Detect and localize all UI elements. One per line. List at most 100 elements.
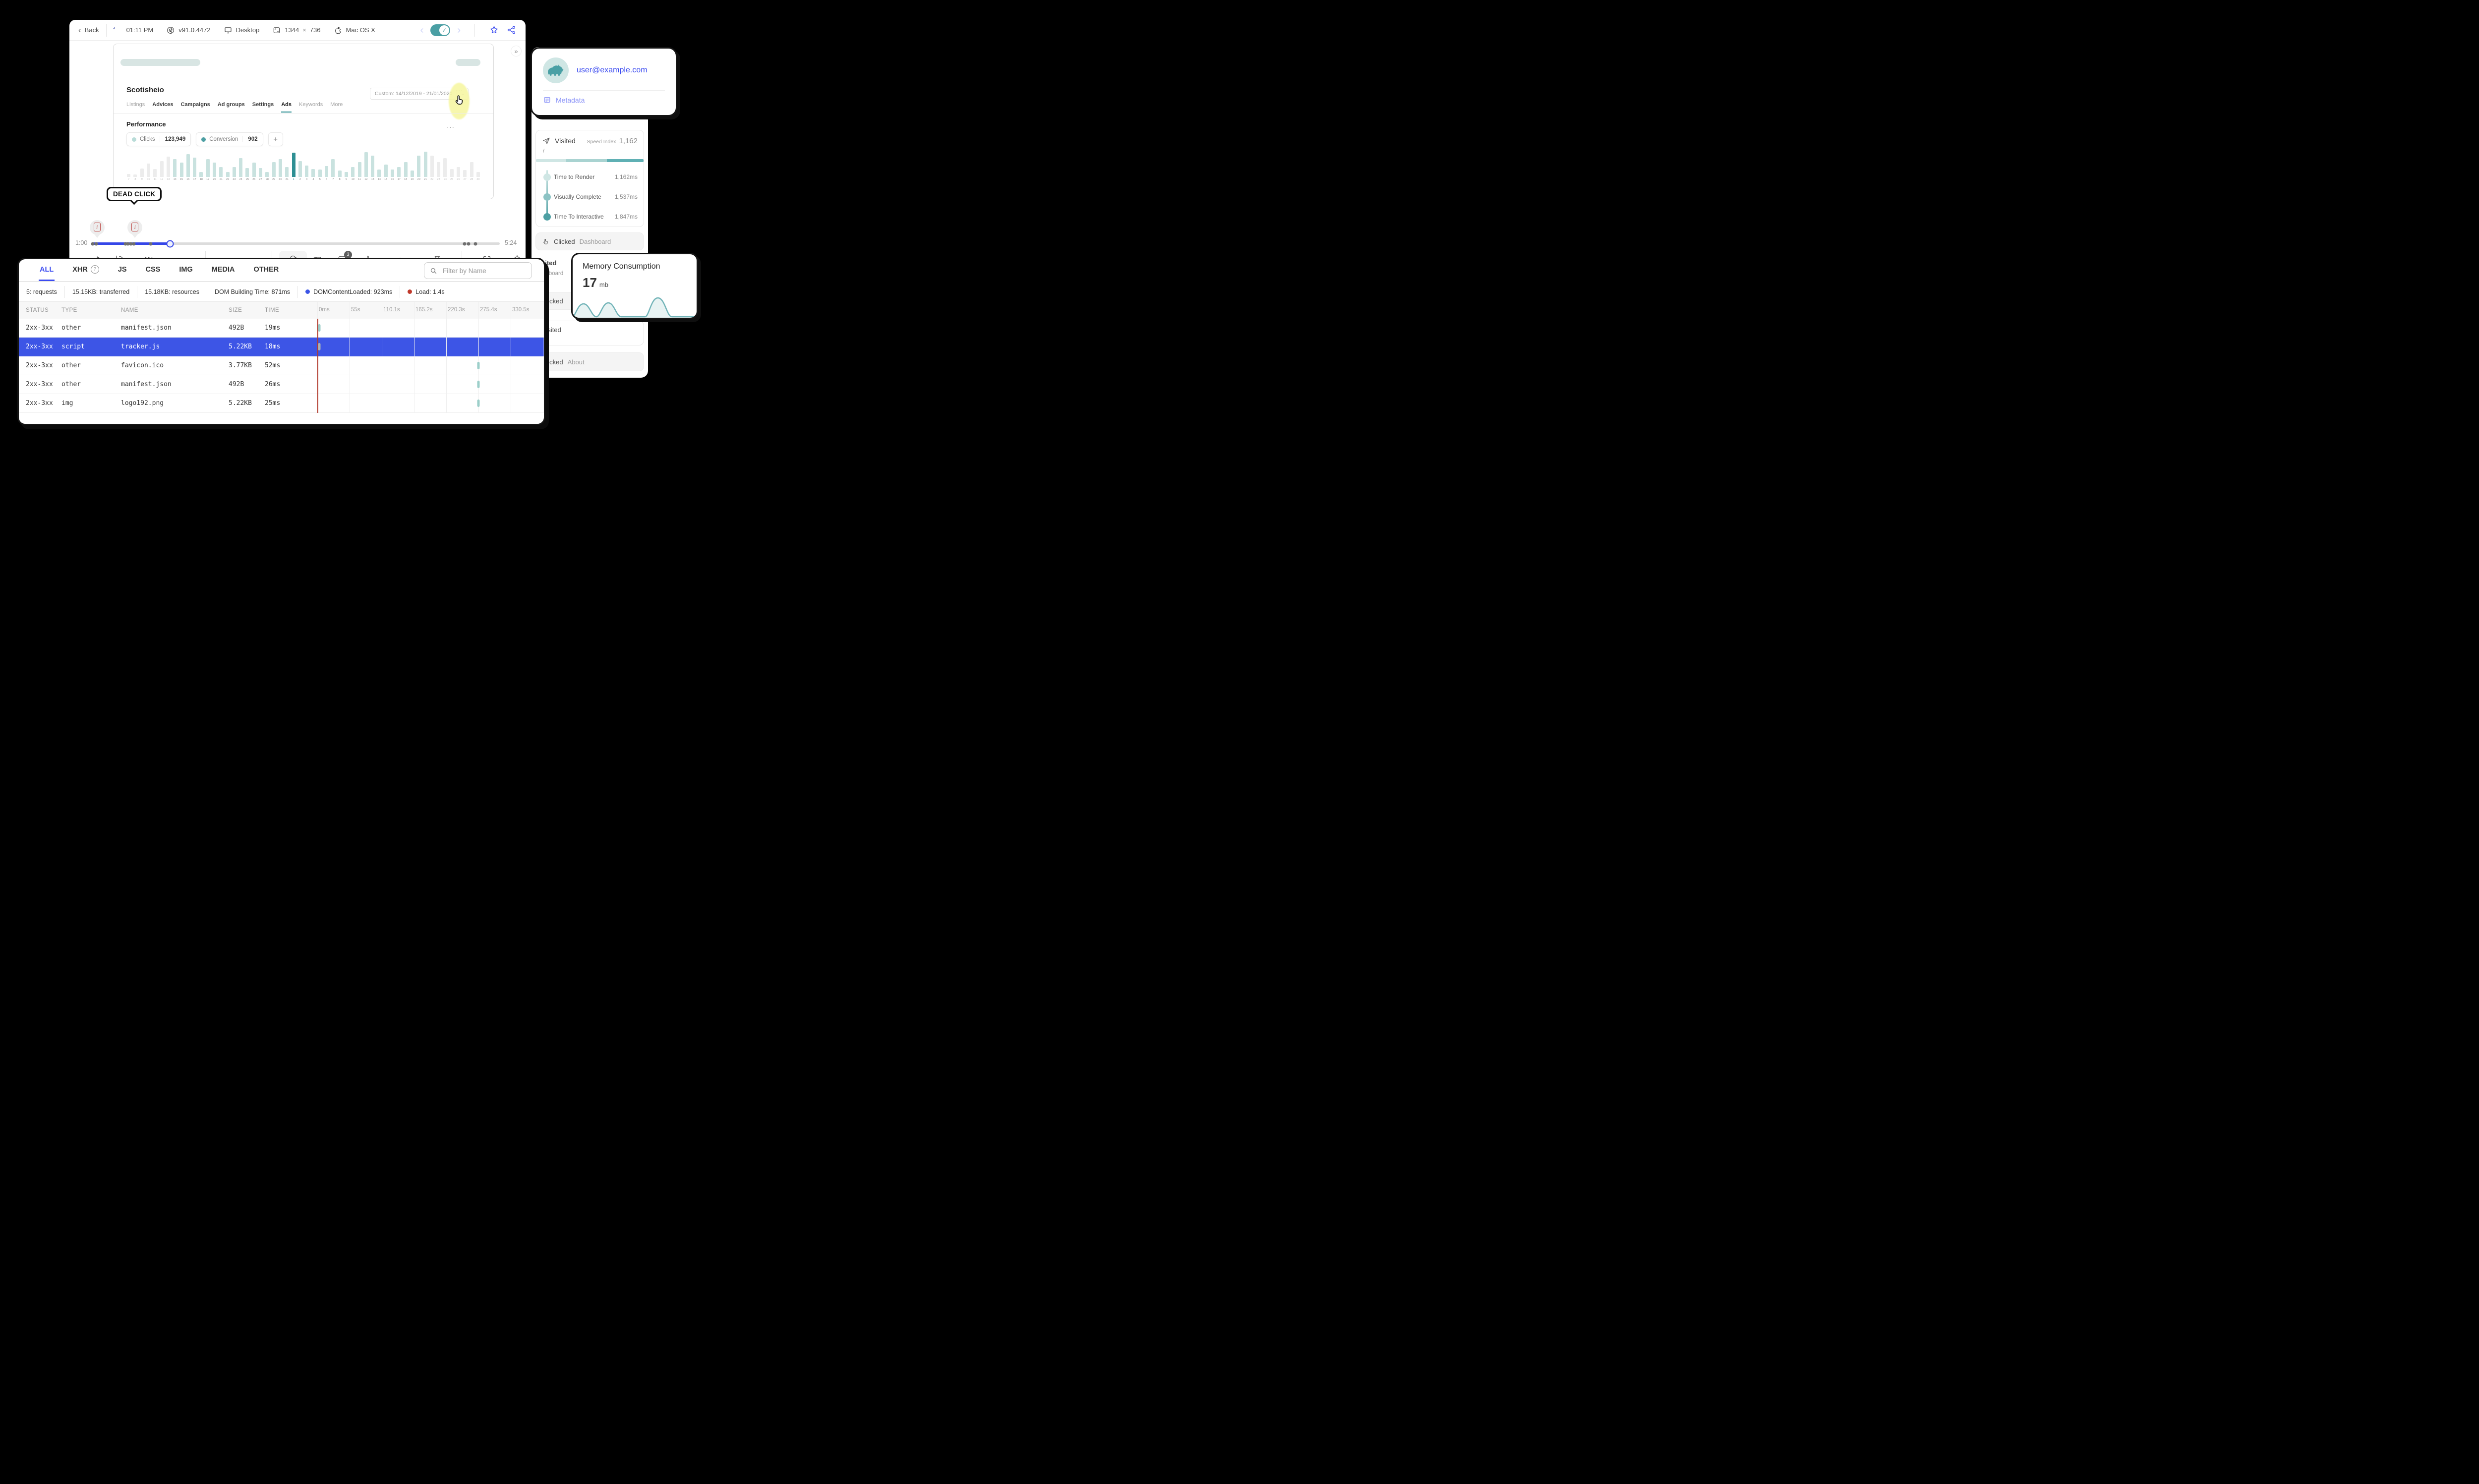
metric-label: Time To Interactive [554,213,604,220]
network-row-manifest-json[interactable]: 2xx-3xx other manifest.json 492B 19ms [19,319,544,338]
network-row-favicon-ico[interactable]: 2xx-3xx other favicon.ico 3.77KB 52ms [19,356,544,375]
timeline-event-dot[interactable] [94,242,98,245]
network-tab-xhr[interactable]: XHR? [71,259,100,281]
chart-bar-2: 2 [297,161,303,181]
cell-status: 2xx-3xx [26,400,53,407]
speed-index-value: 1,162 [619,136,638,145]
network-table-header: STATUS TYPE NAME SIZE TIME [19,302,544,319]
network-tab-css[interactable]: CSS [145,259,162,281]
page-tab-campaigns[interactable]: Campaigns [181,102,210,113]
page-tab-listings[interactable]: Listings [126,102,145,113]
bar [437,162,441,177]
filter-input[interactable] [442,266,516,275]
bar [285,167,289,177]
page-tab-ad-groups[interactable]: Ad groups [218,102,245,113]
network-row-logo192-png[interactable]: 2xx-3xx img logo192.png 5.22KB 25ms [19,394,544,413]
bar [325,166,329,177]
total-time: 5:24 [505,239,517,246]
chart-bar-12: 12 [363,152,369,181]
prev-session-button[interactable]: ‹ [420,25,424,35]
metric-chip-conversion[interactable]: Conversion 902 [196,132,263,146]
cell-status: 2xx-3xx [26,324,53,332]
next-session-button[interactable]: › [457,25,461,35]
chrome-icon [167,26,175,34]
column-header-size[interactable]: SIZE [229,307,265,313]
metric-dot-icon [543,213,551,221]
column-header-status[interactable]: STATUS [19,307,61,313]
chart-bar-8: 8 [132,174,138,181]
page-tab-settings[interactable]: Settings [252,102,274,113]
chart-bar-21: 21 [422,151,428,181]
waterfall-tick: 385.6 [544,307,545,313]
visited-metrics: Time to Render 1,162ms Visually Complete 1,… [542,167,638,227]
chart-bar-22: 22 [429,155,435,181]
cell-type: img [61,400,73,407]
chart-bar-19: 19 [205,159,211,181]
filter-box[interactable] [424,262,532,279]
cell-size: 5.22KB [229,400,252,407]
chart-bar-7: 7 [125,173,132,181]
network-tab-img[interactable]: IMG [178,259,193,281]
event-clicked-about[interactable]: Clicked About [535,352,644,371]
timeline-event-dot[interactable] [467,242,471,245]
issue-marker[interactable]: i [89,220,105,238]
network-tab-js[interactable]: JS [117,259,128,281]
chart-bar-14: 14 [172,159,178,181]
back-button[interactable]: ‹ Back [78,26,99,34]
event-visited-card[interactable]: Visited Speed Index 1,162 / Time to Rend… [535,130,644,227]
metric-value: 1,537ms [614,193,638,200]
autoplay-toggle[interactable]: ✓ [430,24,451,36]
chart-bar-20: 20 [415,155,422,181]
network-row-manifest-json[interactable]: 2xx-3xx other manifest.json 492B 26ms [19,375,544,394]
bar [318,169,322,177]
add-metric-button[interactable]: + [268,132,283,146]
chart-bar-4: 4 [310,169,316,181]
column-header-name[interactable]: NAME [121,307,229,313]
section-more-menu[interactable]: ··· [447,123,455,131]
bar [259,168,263,177]
star-icon[interactable] [489,25,499,35]
network-row-tracker-js[interactable]: 2xx-3xx script tracker.js 5.22KB 18ms [19,338,544,356]
collapse-sidebar-button[interactable]: » [511,46,522,57]
memory-title: Memory Consumption [583,262,660,271]
help-icon[interactable]: ? [90,265,99,274]
metric-chip-clicks[interactable]: Clicks 123,949 [126,132,191,146]
event-clicked-dashboard[interactable]: Clicked Dashboard [535,232,644,250]
column-header-time[interactable]: TIME [265,307,310,313]
network-tab-other[interactable]: OTHER [253,259,280,281]
stat-text: DOMContentLoaded: 923ms [313,288,393,295]
page-tab-keywords[interactable]: Keywords [299,102,323,113]
topbar-divider [106,23,107,37]
timeline-playhead[interactable] [166,240,174,247]
timeline-track[interactable]: ii [89,220,500,247]
page-tab-more[interactable]: More [330,102,343,113]
page-tab-advices[interactable]: Advices [152,102,173,113]
column-header-type[interactable]: TYPE [61,307,121,313]
metadata-button[interactable]: Metadata [543,96,665,104]
chart-bar-14: 14 [376,169,382,181]
network-stat: DOM Building Time: 871ms [207,285,298,298]
replay-timeline: 1:00 5:24 ii [69,220,526,249]
timeline-event-dot[interactable] [132,242,136,245]
timeline-event-dot[interactable] [463,242,467,245]
chart-bar-8: 8 [337,170,343,181]
network-tab-all[interactable]: ALL [39,259,55,281]
section-title: Performance [126,120,166,128]
bar [456,167,460,177]
page-tab-ads[interactable]: Ads [281,102,292,113]
bar [186,154,190,177]
bar [397,167,401,177]
stat-text: 5: requests [26,288,57,295]
share-icon[interactable] [506,25,517,35]
issue-marker[interactable]: i [127,220,143,238]
timeline-event-dot[interactable] [473,242,477,245]
event-visited-plain[interactable]: Visited [535,321,644,345]
bar [410,170,414,177]
tab-label: IMG [179,265,193,274]
user-email[interactable]: user@example.com [577,66,648,75]
bar [206,159,210,177]
timeline-event-dot[interactable] [149,242,153,245]
network-tab-media[interactable]: MEDIA [211,259,236,281]
os-type: Mac OS X [334,26,375,35]
date-range-value: Custom: 14/12/2019 - 21/01/2020 [375,91,453,97]
